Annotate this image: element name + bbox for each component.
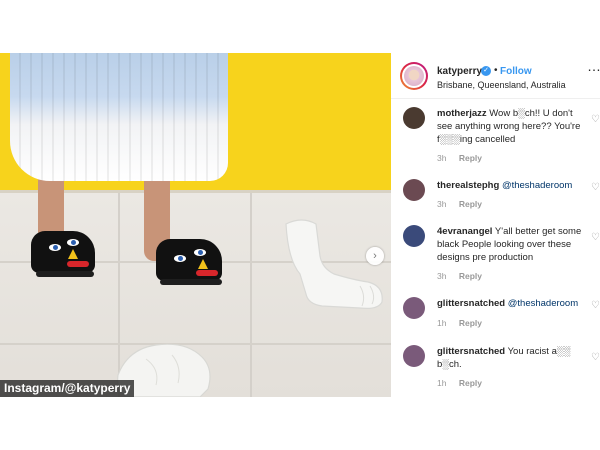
avatar-frame	[402, 64, 426, 88]
reply-button[interactable]: Reply	[459, 153, 482, 163]
shoe-eye	[67, 239, 79, 246]
avatar[interactable]	[400, 62, 428, 90]
comment-meta: 1h Reply	[437, 378, 482, 388]
comment-username[interactable]: 4evranangel	[437, 226, 492, 237]
comment-meta: 3h Reply	[437, 153, 482, 163]
shoe-eye	[49, 244, 61, 251]
shoe-sole	[36, 271, 94, 277]
comment-body: therealstephg @theshaderoom	[437, 179, 585, 192]
post-side-panel: katyperry ✓ • Follow Brisbane, Queenslan…	[391, 53, 600, 397]
comment-username[interactable]: motherjazz	[437, 108, 487, 119]
shoe-lips	[196, 270, 218, 276]
heart-icon[interactable]: ♡	[591, 115, 600, 125]
avatar[interactable]	[403, 225, 425, 247]
comment: glittersnatched @theshaderoom 1h Reply ♡	[391, 297, 600, 331]
comment-time[interactable]: 1h	[437, 318, 446, 328]
shoe-lips	[67, 261, 89, 267]
avatar[interactable]	[403, 345, 425, 367]
avatar-image	[404, 66, 424, 86]
avatar[interactable]	[403, 107, 425, 129]
right-shoe	[156, 239, 222, 281]
comment-meta: 1h Reply	[437, 318, 482, 328]
verified-check-icon: ✓	[481, 66, 491, 76]
comment: motherjazz Wow b░ch!! U don't see anythi…	[391, 107, 600, 173]
next-image-button[interactable]: ›	[366, 247, 384, 265]
shoe-eye	[174, 255, 186, 262]
comment-meta: 3h Reply	[437, 271, 482, 281]
instagram-post: › Instagram/@katyperry katyperry ✓ • Fol…	[0, 53, 600, 397]
comment: glittersnatched You racist a░░ b░ch. 1h …	[391, 345, 600, 391]
heart-icon[interactable]: ♡	[591, 183, 600, 193]
comment-username[interactable]: glittersnatched	[437, 346, 505, 357]
reply-button[interactable]: Reply	[459, 199, 482, 209]
follow-button[interactable]: Follow	[500, 66, 532, 77]
post-photo: › Instagram/@katyperry	[0, 53, 391, 397]
heart-icon[interactable]: ♡	[591, 353, 600, 363]
pleated-skirt	[10, 53, 228, 181]
avatar[interactable]	[403, 179, 425, 201]
avatar[interactable]	[403, 297, 425, 319]
post-header: katyperry ✓ • Follow Brisbane, Queenslan…	[391, 53, 600, 99]
reply-button[interactable]: Reply	[459, 318, 482, 328]
reply-button[interactable]: Reply	[459, 271, 482, 281]
comment-time[interactable]: 3h	[437, 199, 446, 209]
comment-body: glittersnatched @theshaderoom	[437, 297, 585, 310]
more-dots-icon[interactable]: …	[587, 59, 600, 73]
chevron-right-icon: ›	[373, 250, 377, 262]
left-shoe	[31, 231, 95, 273]
shoe-eye	[194, 249, 206, 256]
shoe-nose	[198, 259, 208, 269]
comment: 4evranangel Y'all better get some black …	[391, 225, 600, 281]
photo-credit: Instagram/@katyperry	[0, 380, 135, 397]
comment-time[interactable]: 3h	[437, 271, 446, 281]
comment-meta: 3h Reply	[437, 199, 482, 209]
comment-time[interactable]: 3h	[437, 153, 446, 163]
reply-button[interactable]: Reply	[459, 378, 482, 388]
comment-time[interactable]: 1h	[437, 378, 446, 388]
shoe-sole	[160, 279, 222, 285]
comment-username[interactable]: glittersnatched	[437, 298, 505, 309]
comment-body: motherjazz Wow b░ch!! U don't see anythi…	[437, 107, 585, 146]
comment: therealstephg @theshaderoom 3h Reply ♡	[391, 179, 600, 213]
comment-username[interactable]: therealstephg	[437, 180, 499, 191]
shoe-nose	[68, 249, 78, 259]
header-username[interactable]: katyperry	[437, 66, 482, 77]
post-location[interactable]: Brisbane, Queensland, Australia	[437, 80, 566, 90]
heart-icon[interactable]: ♡	[591, 301, 600, 311]
comment-body: 4evranangel Y'all better get some black …	[437, 225, 585, 264]
heart-icon[interactable]: ♡	[591, 233, 600, 243]
comment-mention[interactable]: @theshaderoom	[502, 180, 572, 191]
comment-mention[interactable]: @theshaderoom	[508, 298, 578, 309]
comment-body: glittersnatched You racist a░░ b░ch.	[437, 345, 585, 371]
header-separator: •	[494, 65, 498, 76]
